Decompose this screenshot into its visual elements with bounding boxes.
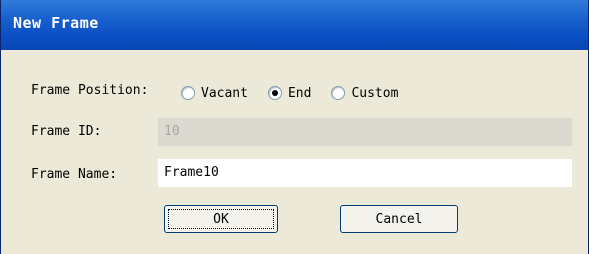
ok-button[interactable]: OK	[164, 205, 278, 233]
frame-position-label: Frame Position:	[31, 83, 149, 98]
new-frame-dialog: New Frame Frame Position: Vacant End Cus…	[0, 0, 589, 254]
frame-id-field: 10	[157, 117, 573, 147]
radio-custom-label[interactable]: Custom	[351, 86, 398, 101]
radio-end-label[interactable]: End	[288, 86, 311, 101]
frame-position-radio-group: Vacant End Custom	[181, 82, 418, 104]
frame-name-field[interactable]: Frame10	[157, 158, 573, 188]
radio-vacant-label[interactable]: Vacant	[201, 86, 248, 101]
window-title: New Frame	[13, 14, 99, 32]
ok-button-label: OK	[168, 209, 274, 229]
radio-custom-circle[interactable]	[331, 86, 346, 100]
radio-end-circle[interactable]	[267, 86, 282, 100]
title-bar[interactable]: New Frame	[1, 0, 588, 50]
radio-vacant-circle[interactable]	[181, 86, 195, 100]
frame-name-label: Frame Name:	[31, 167, 118, 182]
cancel-button[interactable]: Cancel	[340, 205, 458, 233]
radio-custom[interactable]: Custom	[331, 86, 398, 101]
frame-id-label: Frame ID:	[31, 124, 102, 139]
radio-end[interactable]: End	[267, 86, 311, 101]
radio-vacant[interactable]: Vacant	[181, 86, 248, 101]
